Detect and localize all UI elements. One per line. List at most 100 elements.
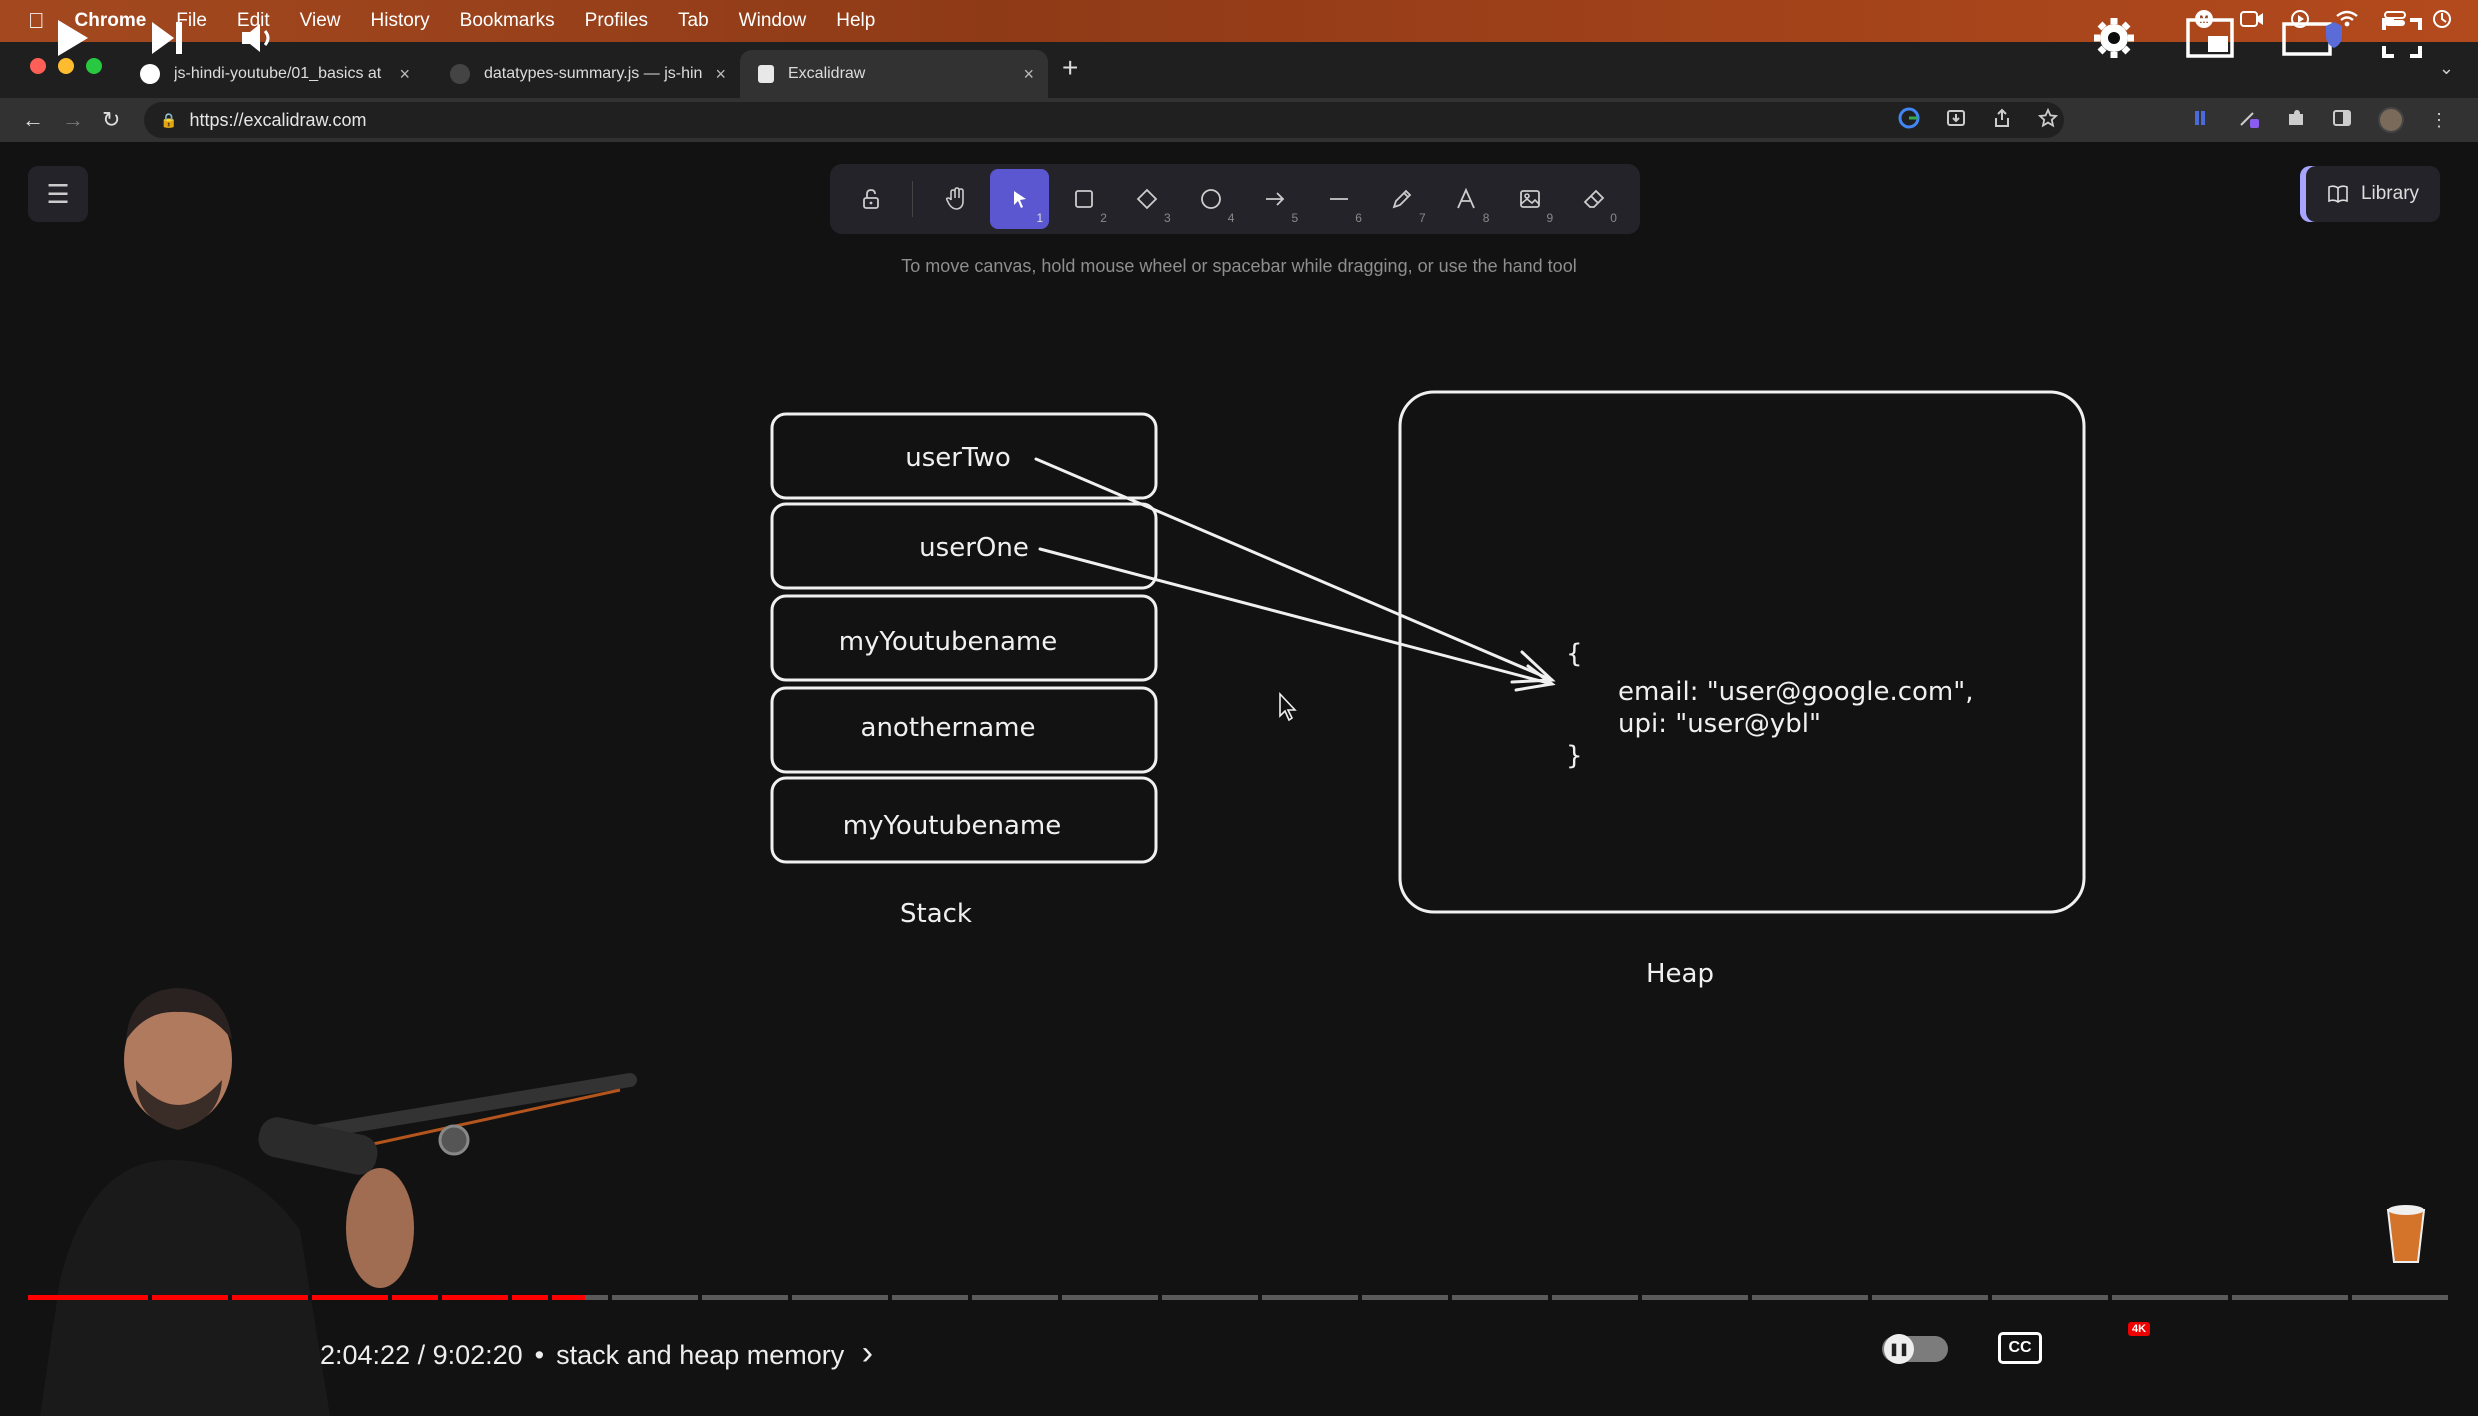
chapter-divider [1258,1295,1262,1300]
heap-object-close-brace: } [1566,741,1583,771]
autoplay-toggle[interactable]: ❚❚ [1882,1334,1948,1364]
forward-arrow-icon[interactable]: → [62,98,84,142]
tab-title: datatypes-summary.js — js-hin [484,65,703,82]
side-panel-icon[interactable] [2332,108,2352,133]
kebab-menu-icon[interactable]: ⋮ [2430,110,2448,131]
stack-item-userone: userOne [919,533,1029,563]
volume-icon [242,24,270,52]
github-icon [450,64,470,84]
quality-badge: 4K [2128,1322,2151,1336]
chapter-divider [548,1295,552,1300]
chapter-chevron-icon[interactable]: › [862,1334,873,1372]
extension-icon[interactable] [2192,108,2212,133]
menu-window[interactable]: Window [739,10,807,32]
stack-label: Stack [900,899,972,929]
fullscreen-button[interactable] [2380,14,2424,62]
chapter-divider [1868,1295,1872,1300]
heap-label: Heap [1646,959,1714,989]
close-window-button[interactable] [30,58,46,74]
gear-icon [2094,18,2134,58]
coffee-cup-icon[interactable] [2386,1205,2426,1263]
chapter-title[interactable]: stack and heap memory [556,1340,844,1370]
chapter-divider [508,1295,512,1300]
play-icon [58,20,88,56]
back-arrow-icon[interactable]: ← [22,98,44,142]
apple-icon[interactable]:  [28,8,45,34]
chapter-divider [1548,1295,1552,1300]
google-lens-icon[interactable] [1898,107,1920,134]
chapter-divider [608,1295,612,1300]
chapter-divider [788,1295,792,1300]
tab-search-chevron-icon[interactable]: ⌄ [2439,58,2454,79]
chapter-divider [1358,1295,1362,1300]
siri-icon[interactable] [2432,9,2452,34]
pen-extension-icon[interactable] [2238,107,2260,134]
lock-icon[interactable]: 🔒 [160,112,177,129]
chapter-divider [148,1295,152,1300]
video-progress-bar[interactable] [28,1295,2448,1300]
pause-icon: ❚❚ [1884,1334,1914,1364]
tab-excalidraw[interactable]: Excalidraw × [740,50,1048,98]
stack-item-myyoutubename-2: myYoutubename [843,811,1061,841]
chapter-divider [228,1295,232,1300]
browser-toolbar: ← → ↻ 🔒 https://excalidraw.com ⋮ [0,98,2478,142]
menu-bookmarks[interactable]: Bookmarks [460,10,555,32]
chapter-divider [1748,1295,1752,1300]
screen:  Chrome File Edit View History Bookmark… [0,0,2478,1416]
screen-record-icon[interactable] [2240,10,2264,33]
next-video-button[interactable] [148,14,188,62]
time-separator: • [534,1340,545,1370]
github-icon [140,64,160,84]
profile-avatar[interactable] [2378,107,2404,133]
video-progress-played [28,1295,585,1300]
theater-mode-icon [2282,22,2342,56]
stack-item-anothername: anothername [861,713,1036,743]
theater-mode-button[interactable] [2282,14,2344,62]
address-bar[interactable]: 🔒 https://excalidraw.com [144,102,2064,138]
heap-object-open-brace: { [1566,639,1583,669]
stack-item-myyoutubename: myYoutubename [839,627,1057,657]
chapter-divider [388,1295,392,1300]
menu-profiles[interactable]: Profiles [585,10,648,32]
chapter-divider [698,1295,702,1300]
bookmark-star-icon[interactable] [2037,107,2059,133]
close-tab-icon[interactable]: × [1023,64,1034,85]
chapter-divider [1988,1295,1992,1300]
mute-button[interactable] [238,14,278,62]
share-icon[interactable] [1992,108,2012,133]
settings-button[interactable] [2092,14,2136,62]
heap-box[interactable] [1398,390,2086,914]
omnibox-actions [1898,98,2059,142]
menu-tab[interactable]: Tab [678,10,709,32]
tab-title: Excalidraw [788,65,866,82]
miniplayer-button[interactable] [2186,14,2234,62]
reload-icon[interactable]: ↻ [102,98,120,142]
new-tab-button[interactable]: + [1062,52,1078,84]
menu-help[interactable]: Help [836,10,875,32]
install-app-icon[interactable] [1946,108,1966,133]
heap-object-email: email: "user@google.com", [1618,677,1973,707]
miniplayer-icon [2186,18,2234,58]
subtitles-button[interactable]: CC [1998,1332,2042,1364]
tab-datatypes-summary[interactable]: datatypes-summary.js — js-hin × [432,50,740,98]
play-button[interactable] [52,14,92,62]
menu-view[interactable]: View [300,10,341,32]
menu-history[interactable]: History [371,10,430,32]
chapter-divider [438,1295,442,1300]
chapter-divider [2228,1295,2232,1300]
chapter-divider [1158,1295,1162,1300]
close-tab-icon[interactable]: × [715,64,726,85]
chapter-divider [1058,1295,1062,1300]
chapter-divider [308,1295,312,1300]
chapter-divider [968,1295,972,1300]
skip-next-icon [152,22,182,54]
heap-object-upi: upi: "user@ybl" [1618,709,1821,739]
video-time-and-chapter: 2:04:22 / 9:02:20 • stack and heap memory … [320,1334,873,1373]
chapter-divider [2108,1295,2112,1300]
puzzle-extensions-icon[interactable] [2286,108,2306,133]
tab-title: js-hindi-youtube/01_basics at [174,65,382,82]
chapter-divider [1448,1295,1452,1300]
chapter-divider [1638,1295,1642,1300]
close-tab-icon[interactable]: × [399,64,410,85]
mouse-cursor-icon [1279,691,1297,722]
